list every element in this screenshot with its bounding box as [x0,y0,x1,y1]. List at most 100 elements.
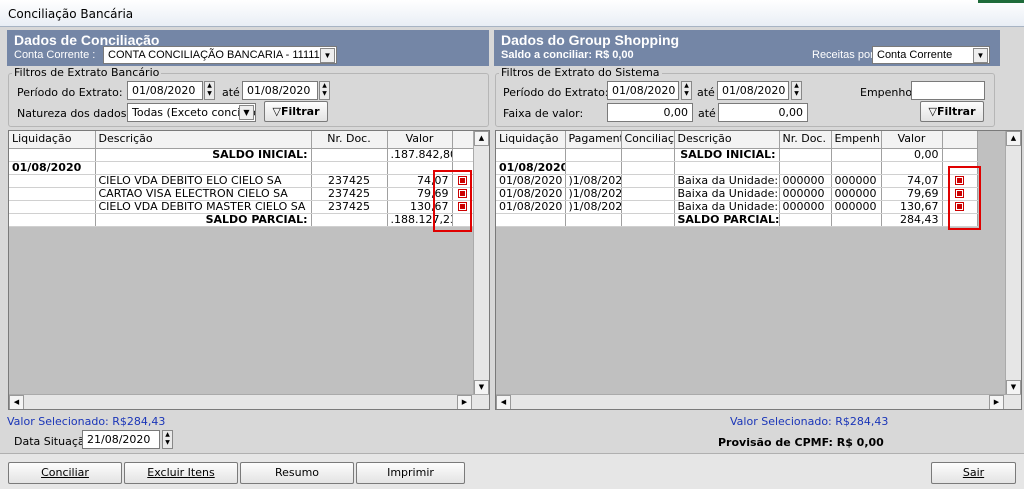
nrdoc-cell[interactable] [311,148,388,162]
right-col-conciliacao[interactable]: Conciliaçã [621,131,675,149]
liquidacao-cell[interactable]: 01/08/2020 [496,187,566,201]
right-col-nrdoc[interactable]: Nr. Doc. [779,131,832,149]
chevron-down-icon[interactable]: ▼ [973,48,988,63]
descricao-cell[interactable]: CIELO VDA DEBITO ELO CIELO SA [95,174,312,188]
descricao-cell[interactable]: CARTAO VISA ELECTRON CIELO SA [95,187,312,201]
pagamento-cell[interactable] [565,161,622,175]
descricao-cell[interactable]: Baixa da Unidade: OUT [674,200,780,214]
right-date-from-input[interactable]: 01/08/2020 [607,81,679,100]
empenho-input[interactable] [911,81,985,100]
pagamento-cell[interactable]: )1/08/2020 [565,187,622,201]
descricao-cell[interactable]: CIELO VDA DEBITO MASTER CIELO SA [95,200,312,214]
conciliacao-cell[interactable] [621,200,675,214]
conciliacao-cell[interactable] [621,174,675,188]
right-col-valor[interactable]: Valor [881,131,943,149]
table-row[interactable]: SALDO PARCIAL: 284,43 [496,213,978,227]
valor-cell[interactable]: 284,43 [881,213,943,227]
table-row[interactable]: SALDO INICIAL: 0,00 [496,148,978,162]
pagamento-cell[interactable]: )1/08/2020 [565,174,622,188]
nrdoc-cell[interactable] [779,161,832,175]
pagamento-cell[interactable] [565,148,622,162]
liquidacao-cell[interactable] [9,148,96,162]
left-date-from-input[interactable]: 01/08/2020 [127,81,203,100]
scroll-down-icon[interactable]: ▼ [474,380,489,395]
nrdoc-cell[interactable] [311,213,388,227]
scroll-up-icon[interactable]: ▲ [474,131,489,146]
nrdoc-cell[interactable]: 237425 [311,200,388,214]
nrdoc-cell[interactable]: 237425 [311,187,388,201]
valor-cell[interactable]: 79,69 [881,187,943,201]
liquidacao-cell[interactable]: 01/08/2020 [9,161,96,175]
left-horizontal-scrollbar[interactable]: ◀ ▶ [9,394,489,409]
scroll-left-icon[interactable]: ◀ [9,395,24,409]
liquidacao-cell[interactable]: 01/08/2020 [496,200,566,214]
scroll-right-icon[interactable]: ▶ [989,395,1004,409]
scroll-down-icon[interactable]: ▼ [1006,380,1021,395]
liquidacao-cell[interactable] [9,187,96,201]
valor-cell[interactable] [881,161,943,175]
valor-cell[interactable]: 130,67 [881,200,943,214]
data-situacao-spinner[interactable]: ▲ ▼ [162,430,173,449]
left-col-valor[interactable]: Valor [387,131,453,149]
pagamento-cell[interactable]: )1/08/2020 [565,200,622,214]
scroll-left-icon[interactable]: ◀ [496,395,511,409]
conciliacao-cell[interactable] [621,213,675,227]
scroll-up-icon[interactable]: ▲ [1006,131,1021,146]
empenho-cell[interactable]: 000000 [831,174,882,188]
nrdoc-cell[interactable]: 000000 [779,174,832,188]
resumo-button[interactable]: Resumo [240,462,354,484]
right-date-to-spinner[interactable]: ▲ ▼ [791,81,802,100]
conciliar-button[interactable]: Conciliar [8,462,122,484]
descricao-cell[interactable]: SALDO PARCIAL: [95,213,312,227]
table-row[interactable]: 01/08/2020 [9,161,474,175]
table-row[interactable]: CIELO VDA DEBITO MASTER CIELO SA 237425 13… [9,200,474,214]
right-grid[interactable]: Liquidação Pagament Conciliaçã Descrição… [495,130,1022,410]
table-row[interactable]: SALDO PARCIAL: .188.127,23 [9,213,474,227]
faixa-from-input[interactable]: 0,00 [607,103,693,122]
row-check-cell[interactable] [942,148,978,162]
receitas-select[interactable]: Conta Corrente ▼ [872,46,990,64]
descricao-cell[interactable]: SALDO PARCIAL: [674,213,780,227]
table-row[interactable]: 01/08/2020)1/08/2020 Baixa da Unidade: OU… [496,187,978,201]
nrdoc-cell[interactable] [779,148,832,162]
chevron-down-icon[interactable]: ▼ [320,48,335,63]
right-filtrar-button[interactable]: ▽Filtrar [920,101,984,122]
table-row[interactable]: 01/08/2020 [496,161,978,175]
descricao-cell[interactable] [674,161,780,175]
descricao-cell[interactable]: Baixa da Unidade: OUT [674,187,780,201]
empenho-cell[interactable] [831,148,882,162]
excluir-itens-button[interactable]: Excluir Itens [124,462,238,484]
left-date-from-spinner[interactable]: ▲ ▼ [204,81,215,100]
nrdoc-cell[interactable] [779,213,832,227]
liquidacao-cell[interactable] [496,213,566,227]
descricao-cell[interactable]: SALDO INICIAL: [674,148,780,162]
valor-cell[interactable]: 0,00 [881,148,943,162]
left-grid[interactable]: Liquidação Descrição Nr. Doc. Valor SALD… [8,130,490,410]
empenho-cell[interactable] [831,213,882,227]
valor-cell[interactable]: 74,07 [881,174,943,188]
nrdoc-cell[interactable]: 237425 [311,174,388,188]
right-date-to-input[interactable]: 01/08/2020 [717,81,789,100]
conciliacao-cell[interactable] [621,148,675,162]
liquidacao-cell[interactable] [9,174,96,188]
nrdoc-cell[interactable]: 000000 [779,200,832,214]
left-col-liquidacao[interactable]: Liquidação [9,131,96,149]
left-col-nrdoc[interactable]: Nr. Doc. [311,131,388,149]
left-filtrar-button[interactable]: ▽Filtrar [264,101,328,122]
faixa-to-input[interactable]: 0,00 [718,103,808,122]
nrdoc-cell[interactable]: 000000 [779,187,832,201]
empenho-cell[interactable] [831,161,882,175]
left-date-to-input[interactable]: 01/08/2020 [242,81,318,100]
left-col-descricao[interactable]: Descrição [95,131,312,149]
scroll-right-icon[interactable]: ▶ [457,395,472,409]
right-vertical-scrollbar[interactable]: ▲ ▼ [1005,131,1021,395]
left-vertical-scrollbar[interactable]: ▲ ▼ [473,131,489,395]
row-check-cell[interactable] [452,148,474,162]
imprimir-button[interactable]: Imprimir [356,462,465,484]
table-row[interactable]: 01/08/2020)1/08/2020 Baixa da Unidade: OU… [496,174,978,188]
pagamento-cell[interactable] [565,213,622,227]
liquidacao-cell[interactable]: 01/08/2020 [496,161,566,175]
valor-cell[interactable]: .187.842,80 [387,148,453,162]
descricao-cell[interactable] [95,161,312,175]
empenho-cell[interactable]: 000000 [831,200,882,214]
